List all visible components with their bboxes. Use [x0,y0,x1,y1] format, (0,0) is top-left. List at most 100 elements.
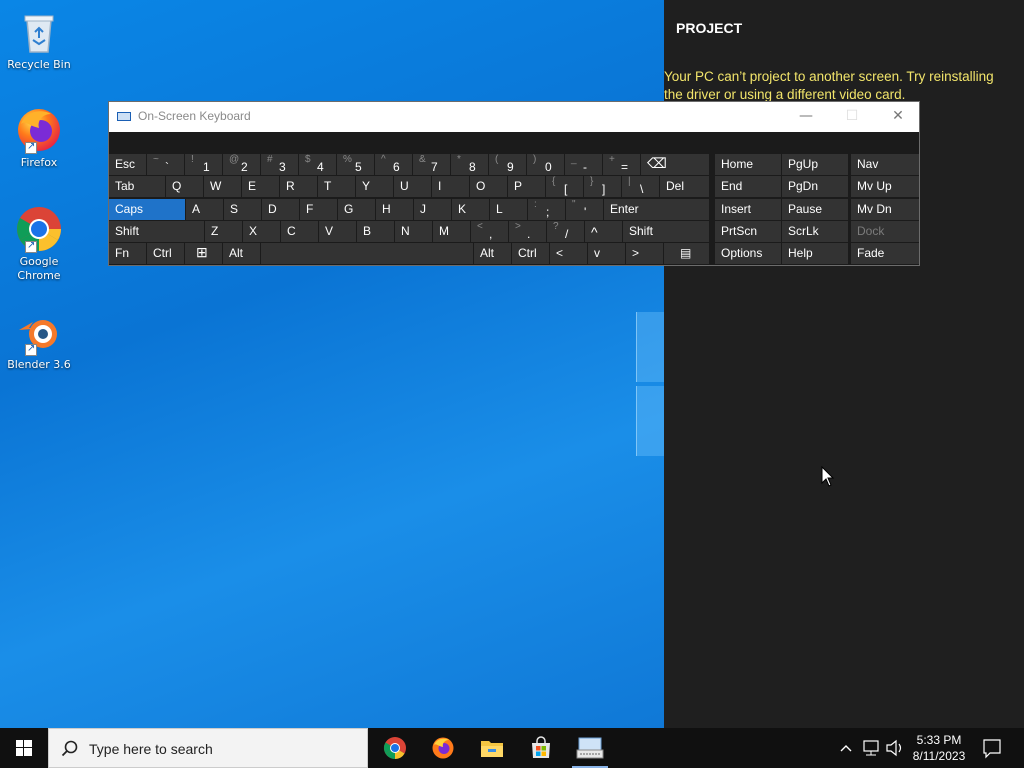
taskbar-app-store[interactable] [517,728,565,768]
show-hidden-icons-button[interactable] [836,728,856,768]
key-6[interactable]: ^ 6 [375,154,412,175]
key-windows[interactable]: ⊞ [185,243,222,264]
key-insert[interactable]: Insert [715,199,781,220]
key-p[interactable]: P [508,176,545,197]
key-r[interactable]: R [280,176,317,197]
desktop-icon-firefox[interactable]: Firefox [4,106,74,170]
key-d[interactable]: D [262,199,299,220]
key-semicolon[interactable]: :; [528,199,565,220]
key-z[interactable]: Z [205,221,242,242]
key-pause[interactable]: Pause [782,199,848,220]
key-5[interactable]: % 5 [337,154,374,175]
key-shift-right[interactable]: Shift [623,221,709,242]
key-caps[interactable]: Caps [109,199,185,220]
desktop-icon-recycle-bin[interactable]: Recycle Bin [4,8,74,72]
key-h[interactable]: H [376,199,413,220]
taskbar-app-on-screen-keyboard[interactable] [566,728,614,768]
close-button[interactable]: ✕ [875,102,921,132]
key-q[interactable]: Q [166,176,203,197]
key-0[interactable]: ) 0 [527,154,564,175]
key-equals[interactable]: + = [603,154,640,175]
key-f[interactable]: F [300,199,337,220]
key-fn[interactable]: Fn [109,243,146,264]
key-backslash[interactable]: | \ [622,176,659,197]
key-help[interactable]: Help [782,243,848,264]
key-o[interactable]: O [470,176,507,197]
key-a[interactable]: A [186,199,223,220]
key-options[interactable]: Options [715,243,781,264]
key-up-arrow[interactable]: ^ [585,221,622,242]
key-del[interactable]: Del [660,176,709,197]
key-g[interactable]: G [338,199,375,220]
key-esc[interactable]: Esc [109,154,146,175]
key-9[interactable]: (9 [489,154,526,175]
key-comma[interactable]: <, [471,221,508,242]
key-w[interactable]: W [204,176,241,197]
key-y[interactable]: Y [356,176,393,197]
key-pgdn[interactable]: PgDn [782,176,848,197]
key-s[interactable]: S [224,199,261,220]
key-backtick[interactable]: ~ ` [147,154,184,175]
key-scrlk[interactable]: ScrLk [782,221,848,242]
key-left-bracket[interactable]: {[ [546,176,583,197]
key-down-arrow[interactable]: v [588,243,625,264]
key-k[interactable]: K [452,199,489,220]
key-quote[interactable]: " ' [566,199,603,220]
key-v[interactable]: V [319,221,356,242]
key-i[interactable]: I [432,176,469,197]
taskbar-app-chrome[interactable] [371,728,419,768]
key-1[interactable]: ! 1 [185,154,222,175]
notifications-button[interactable] [980,728,1004,768]
key-left-arrow[interactable]: < [550,243,587,264]
key-period[interactable]: >. [509,221,546,242]
taskbar-search-box[interactable]: Type here to search [48,728,368,768]
key-pgup[interactable]: PgUp [782,154,848,175]
key-tab[interactable]: Tab [109,176,165,197]
key-enter[interactable]: Enter [604,199,709,220]
key-space[interactable] [261,243,473,264]
key-7[interactable]: & 7 [413,154,450,175]
key-b[interactable]: B [357,221,394,242]
key-l[interactable]: L [490,199,527,220]
key-8[interactable]: * 8 [451,154,488,175]
key-ctrl-left[interactable]: Ctrl [147,243,184,264]
key-end[interactable]: End [715,176,781,197]
minimize-button[interactable]: — [783,102,829,132]
key-alt-left[interactable]: Alt [223,243,260,264]
key-mv-dn[interactable]: Mv Dn [851,199,919,220]
key-right-arrow[interactable]: > [626,243,663,264]
key-minus[interactable]: _ - [565,154,602,175]
key-fade[interactable]: Fade [851,243,919,264]
key-slash[interactable]: ? / [547,221,584,242]
key-nav[interactable]: Nav [851,154,919,175]
key-right-bracket[interactable]: }] [584,176,621,197]
key-prtscn[interactable]: PrtScn [715,221,781,242]
key-u[interactable]: U [394,176,431,197]
key-alt-right[interactable]: Alt [474,243,511,264]
key-n[interactable]: N [395,221,432,242]
key-e[interactable]: E [242,176,279,197]
key-c[interactable]: C [281,221,318,242]
desktop-icon-google-chrome[interactable]: Google Chrome [4,205,74,283]
key-home[interactable]: Home [715,154,781,175]
osk-titlebar[interactable]: On-Screen Keyboard — ☐ ✕ [109,102,919,132]
taskbar-clock[interactable]: 5:33 PM 8/11/2023 [904,732,974,764]
desktop-icon-blender[interactable]: Blender 3.6 [4,308,74,372]
key-2[interactable]: @2 [223,154,260,175]
maximize-button[interactable]: ☐ [829,102,875,132]
key-4[interactable]: $4 [299,154,336,175]
key-backspace[interactable]: ⌫ [641,154,709,175]
key-menu[interactable]: ▤ [664,243,709,264]
key-x[interactable]: X [243,221,280,242]
taskbar-app-firefox[interactable] [419,728,467,768]
key-m[interactable]: M [433,221,470,242]
key-mv-up[interactable]: Mv Up [851,176,919,197]
key-shift-left[interactable]: Shift [109,221,204,242]
volume-button[interactable] [884,728,906,768]
key-3[interactable]: #3 [261,154,298,175]
network-status-button[interactable] [860,728,882,768]
key-ctrl-right[interactable]: Ctrl [512,243,549,264]
key-j[interactable]: J [414,199,451,220]
key-t[interactable]: T [318,176,355,197]
taskbar-app-file-explorer[interactable] [468,728,516,768]
